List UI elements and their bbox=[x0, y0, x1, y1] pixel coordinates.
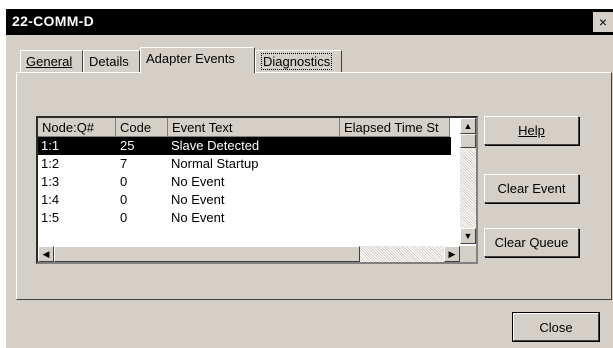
cell-code: 7 bbox=[120, 156, 128, 171]
table-row[interactable]: 1:4 0 No Event bbox=[38, 191, 451, 209]
close-button-label: Close bbox=[539, 320, 573, 335]
scroll-down-icon[interactable]: ▼ bbox=[460, 228, 476, 244]
help-button[interactable]: Help bbox=[484, 116, 579, 145]
column-header-node[interactable]: Node:Q# bbox=[38, 118, 116, 137]
cell-event-text: No Event bbox=[171, 192, 225, 207]
tab-general[interactable]: General bbox=[20, 50, 83, 72]
cell-event-text: Normal Startup bbox=[171, 156, 259, 171]
vertical-scrollbar[interactable]: ▲ ▼ bbox=[460, 118, 476, 244]
tab-adapter-events-label: Adapter Events bbox=[146, 51, 235, 66]
cell-code: 25 bbox=[120, 138, 135, 153]
horizontal-scroll-thumb[interactable] bbox=[54, 246, 360, 262]
tab-diagnostics-label: Diagnostics bbox=[261, 53, 333, 70]
cell-node: 1:4 bbox=[41, 192, 60, 207]
clear-event-button[interactable]: Clear Event bbox=[484, 174, 579, 203]
cell-node: 1:5 bbox=[41, 210, 60, 225]
cell-event-text: No Event bbox=[171, 174, 225, 189]
tab-details-label: Details bbox=[89, 54, 129, 69]
tab-diagnostics[interactable]: Diagnostics bbox=[255, 50, 342, 72]
column-header-code[interactable]: Code bbox=[116, 118, 168, 137]
table-row[interactable]: 1:3 0 No Event bbox=[38, 173, 451, 191]
tab-general-label: General bbox=[26, 54, 73, 69]
scroll-up-icon[interactable]: ▲ bbox=[460, 118, 476, 134]
help-button-label: Help bbox=[518, 123, 545, 138]
column-header-event-text[interactable]: Event Text bbox=[168, 118, 340, 137]
clear-event-button-label: Clear Event bbox=[497, 181, 566, 196]
cell-node: 1:3 bbox=[41, 174, 60, 189]
cell-node: 1:2 bbox=[41, 156, 60, 171]
tab-adapter-events[interactable]: Adapter Events bbox=[140, 47, 255, 73]
vertical-scroll-thumb[interactable] bbox=[460, 134, 476, 148]
scrollbar-corner bbox=[460, 246, 476, 262]
cell-node: 1:1 bbox=[41, 138, 60, 153]
cell-code: 0 bbox=[120, 192, 128, 207]
window-title: 22-COMM-D bbox=[12, 13, 95, 29]
horizontal-scrollbar[interactable]: ◀ ▶ bbox=[38, 246, 460, 262]
cell-event-text: No Event bbox=[171, 210, 225, 225]
table-row[interactable]: 1:2 7 Normal Startup bbox=[38, 155, 451, 173]
clear-queue-button-label: Clear Queue bbox=[494, 235, 569, 250]
column-header-elapsed-time[interactable]: Elapsed Time St bbox=[340, 118, 450, 137]
table-row[interactable]: 1:5 0 No Event bbox=[38, 209, 451, 227]
title-bar[interactable]: 22-COMM-D × bbox=[6, 9, 613, 35]
table-row[interactable]: 1:1 25 Slave Detected bbox=[38, 137, 451, 155]
cell-code: 0 bbox=[120, 210, 128, 225]
close-icon[interactable]: × bbox=[593, 12, 613, 32]
tab-details[interactable]: Details bbox=[83, 50, 140, 72]
dialog-window: 22-COMM-D × General Details Adapter Even… bbox=[6, 9, 613, 348]
scroll-left-icon[interactable]: ◀ bbox=[38, 246, 54, 262]
cell-event-text: Slave Detected bbox=[171, 138, 260, 153]
event-list[interactable]: Node:Q# Code Event Text Elapsed Time St … bbox=[36, 116, 478, 264]
scroll-right-icon[interactable]: ▶ bbox=[444, 246, 460, 262]
cell-code: 0 bbox=[120, 174, 128, 189]
clear-queue-button[interactable]: Clear Queue bbox=[484, 228, 579, 257]
close-button[interactable]: Close bbox=[512, 312, 600, 342]
